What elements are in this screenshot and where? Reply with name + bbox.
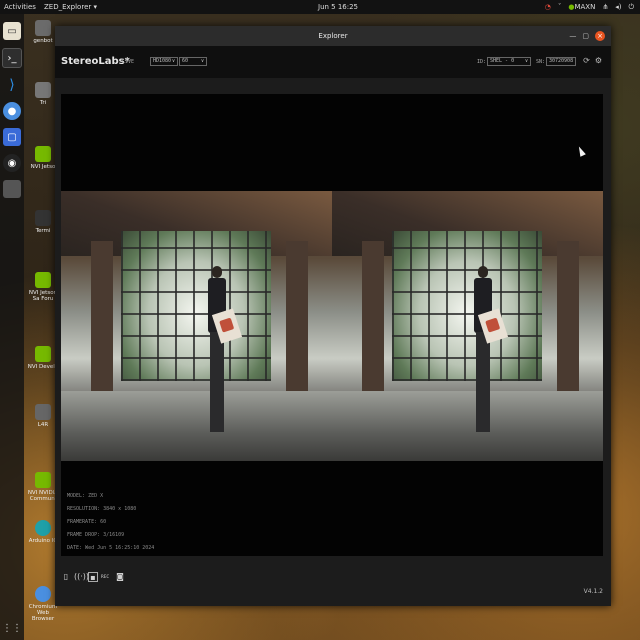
app-grid-icon[interactable]: ⋮⋮ — [2, 623, 22, 634]
info-frame-drop: FRAME DROP: 3/16109 — [67, 532, 125, 538]
refresh-icon[interactable]: ⟳ — [582, 56, 591, 65]
system-tray: ◔ ˇ ●MAXN ⋔ ◂) ⏻ — [545, 3, 634, 12]
stream-icon[interactable]: ((·)) — [74, 572, 89, 582]
stereo-video-feed — [61, 191, 603, 461]
camera-info-panel: MODEL: ZED X RESOLUTION: 3840 x 1080 FRA… — [67, 490, 154, 555]
blank-app-icon[interactable] — [3, 180, 21, 198]
stereolabs-logo: StereoLabs* — [61, 56, 130, 67]
serial-number-field: 30720908 — [546, 57, 576, 66]
version-label: V4.1.2 — [583, 588, 603, 595]
network-icon[interactable]: ⋔ — [602, 3, 608, 11]
chevron-down-icon: ∨ — [171, 58, 175, 64]
right-camera-frame — [332, 191, 603, 461]
system-top-bar: Activities ZED_Explorer ▾ Jun 5 16:25 ◔ … — [0, 0, 640, 14]
files-icon[interactable]: ▭ — [3, 22, 21, 40]
app-header: StereoLabs* LIVE HD1080 ∨ 60 ∨ ID: SHEL - … — [55, 46, 611, 78]
power-mode-icon[interactable]: ◔ — [545, 3, 551, 11]
camera-id-select[interactable]: SHEL - 0 ∨ — [487, 57, 531, 66]
nvidia-power-mode[interactable]: ●MAXN — [568, 3, 595, 11]
maximize-button[interactable]: ▢ — [582, 32, 589, 40]
info-model: MODEL: ZED X — [67, 493, 104, 499]
power-icon[interactable]: ⏻ — [628, 3, 634, 12]
dock: ▭ ›_ ⟩ ● ▢ ◉ ⋮⋮ — [0, 14, 24, 640]
obs-icon[interactable]: ◉ — [3, 154, 21, 172]
info-resolution: RESOLUTION: 3840 x 1080 — [67, 506, 137, 512]
app-footer: ▯ ((·)) ▪ REC ◙ V4.1.2 — [55, 560, 611, 606]
minimize-button[interactable]: — — [569, 32, 576, 40]
close-button[interactable]: × — [595, 31, 605, 41]
sn-label: SN: — [536, 59, 546, 65]
settings-gear-icon[interactable]: ⚙ — [594, 56, 603, 65]
rec-label[interactable]: REC — [101, 575, 109, 580]
fps-select[interactable]: 60 ∨ — [179, 57, 207, 66]
terminal-icon[interactable]: ›_ — [2, 48, 22, 68]
left-camera-frame — [61, 191, 332, 461]
chevron-icon[interactable]: ˇ — [558, 3, 562, 11]
camera-snapshot-icon[interactable]: ◙ — [115, 572, 125, 582]
live-status: LIVE — [122, 59, 135, 65]
chromium-icon[interactable]: ● — [3, 102, 21, 120]
clock[interactable]: Jun 5 16:25 — [318, 3, 358, 11]
id-label: ID: — [477, 59, 487, 65]
editor-icon[interactable]: ▢ — [3, 128, 21, 146]
vscode-icon[interactable]: ⟩ — [3, 76, 21, 94]
volume-icon[interactable]: ◂) — [615, 3, 621, 11]
info-date: DATE: Wed Jun 5 16:25:10 2024 — [67, 545, 155, 551]
chevron-down-icon: ∨ — [524, 58, 528, 64]
activities-button[interactable]: Activities — [4, 3, 36, 11]
resolution-select[interactable]: HD1080 ∨ — [150, 57, 178, 66]
viewer-area: MODEL: ZED X RESOLUTION: 3840 x 1080 FRA… — [61, 94, 603, 556]
info-framerate: FRAMERATE: 60 — [67, 519, 107, 525]
explorer-window: Explorer — ▢ × StereoLabs* LIVE HD1080 ∨ … — [55, 26, 611, 606]
window-titlebar[interactable]: Explorer — ▢ × — [55, 26, 611, 46]
app-menu[interactable]: ZED_Explorer ▾ — [44, 3, 97, 11]
record-icon[interactable]: ▪ — [88, 572, 98, 582]
file-icon[interactable]: ▯ — [61, 572, 71, 582]
chevron-down-icon: ∨ — [200, 58, 204, 64]
window-title: Explorer — [318, 32, 348, 40]
